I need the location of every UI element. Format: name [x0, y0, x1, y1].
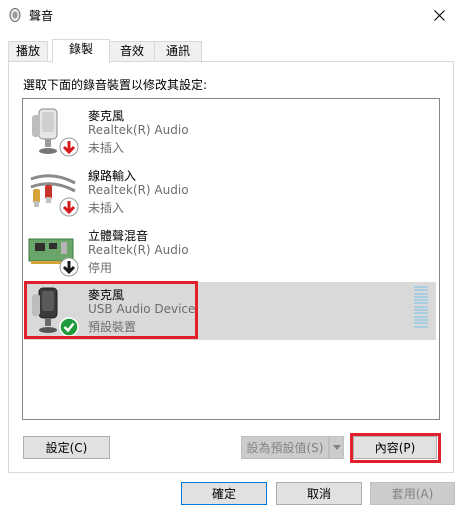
- device-driver: Realtek(R) Audio: [88, 243, 189, 257]
- button-label: 設為預設值(S): [246, 441, 324, 455]
- device-item-line-in[interactable]: 線路輸入 Realtek(R) Audio 未插入: [24, 163, 436, 221]
- device-list[interactable]: 麥克風 Realtek(R) Audio 未插入 線路輸入 Realtek(R)…: [22, 98, 440, 420]
- properties-button[interactable]: 內容(P): [353, 436, 437, 459]
- tab-communications[interactable]: 通訊: [154, 41, 202, 62]
- sound-card-icon: [28, 238, 79, 277]
- unplugged-red-arrow-icon: [59, 197, 79, 217]
- tab-sounds[interactable]: 音效: [109, 41, 155, 62]
- tab-label: 通訊: [165, 44, 190, 58]
- microphone-icon: [32, 287, 79, 337]
- microphone-icon: [32, 108, 79, 157]
- set-default-dropdown: [329, 436, 344, 459]
- device-name: 線路輸入: [88, 169, 137, 183]
- button-label: 取消: [306, 487, 331, 501]
- set-default-button: 設為預設值(S): [241, 436, 329, 459]
- unplugged-red-arrow-icon: [59, 137, 79, 157]
- title-bar: 聲音: [0, 0, 462, 30]
- button-label: 確定: [211, 487, 236, 501]
- close-icon: [433, 9, 445, 21]
- configure-button[interactable]: 設定(C): [23, 436, 110, 459]
- window-title: 聲音: [29, 9, 54, 23]
- tab-label: 音效: [119, 44, 144, 58]
- tab-playback[interactable]: 播放: [8, 41, 48, 62]
- device-item-microphone-usb[interactable]: 麥克風 USB Audio Device 預設裝置: [24, 282, 436, 340]
- default-green-check-icon: [59, 317, 79, 337]
- device-item-microphone-realtek[interactable]: 麥克風 Realtek(R) Audio 未插入: [24, 103, 436, 161]
- device-item-stereo-mix[interactable]: 立體聲混音 Realtek(R) Audio 停用: [24, 223, 436, 281]
- cancel-button[interactable]: 取消: [276, 482, 362, 505]
- speaker-icon: [9, 8, 21, 22]
- button-label: 設定(C): [45, 441, 88, 455]
- disabled-black-arrow-icon: [59, 257, 79, 277]
- device-name: 麥克風: [88, 288, 125, 302]
- device-driver: Realtek(R) Audio: [88, 183, 189, 197]
- line-in-cable-icon: [30, 174, 79, 217]
- tab-label: 播放: [15, 44, 40, 58]
- device-status: 停用: [88, 261, 113, 275]
- instruction-text: 選取下面的錄音裝置以修改其設定:: [23, 78, 208, 92]
- device-status: 預設裝置: [88, 320, 137, 334]
- button-label: 內容(P): [374, 441, 416, 455]
- device-name: 麥克風: [88, 109, 125, 123]
- device-driver: USB Audio Device: [88, 302, 196, 316]
- chevron-down-icon: [332, 445, 341, 450]
- button-label: 套用(A): [391, 487, 434, 501]
- tab-label: 錄製: [68, 42, 93, 56]
- device-name: 立體聲混音: [88, 229, 149, 243]
- close-button[interactable]: [416, 0, 462, 30]
- device-driver: Realtek(R) Audio: [88, 123, 189, 137]
- device-status: 未插入: [88, 201, 125, 215]
- ok-button[interactable]: 確定: [181, 482, 267, 505]
- apply-button: 套用(A): [370, 482, 455, 505]
- tab-recording[interactable]: 錄製: [52, 39, 110, 63]
- volume-level-meter: [414, 286, 428, 328]
- device-status: 未插入: [88, 141, 125, 155]
